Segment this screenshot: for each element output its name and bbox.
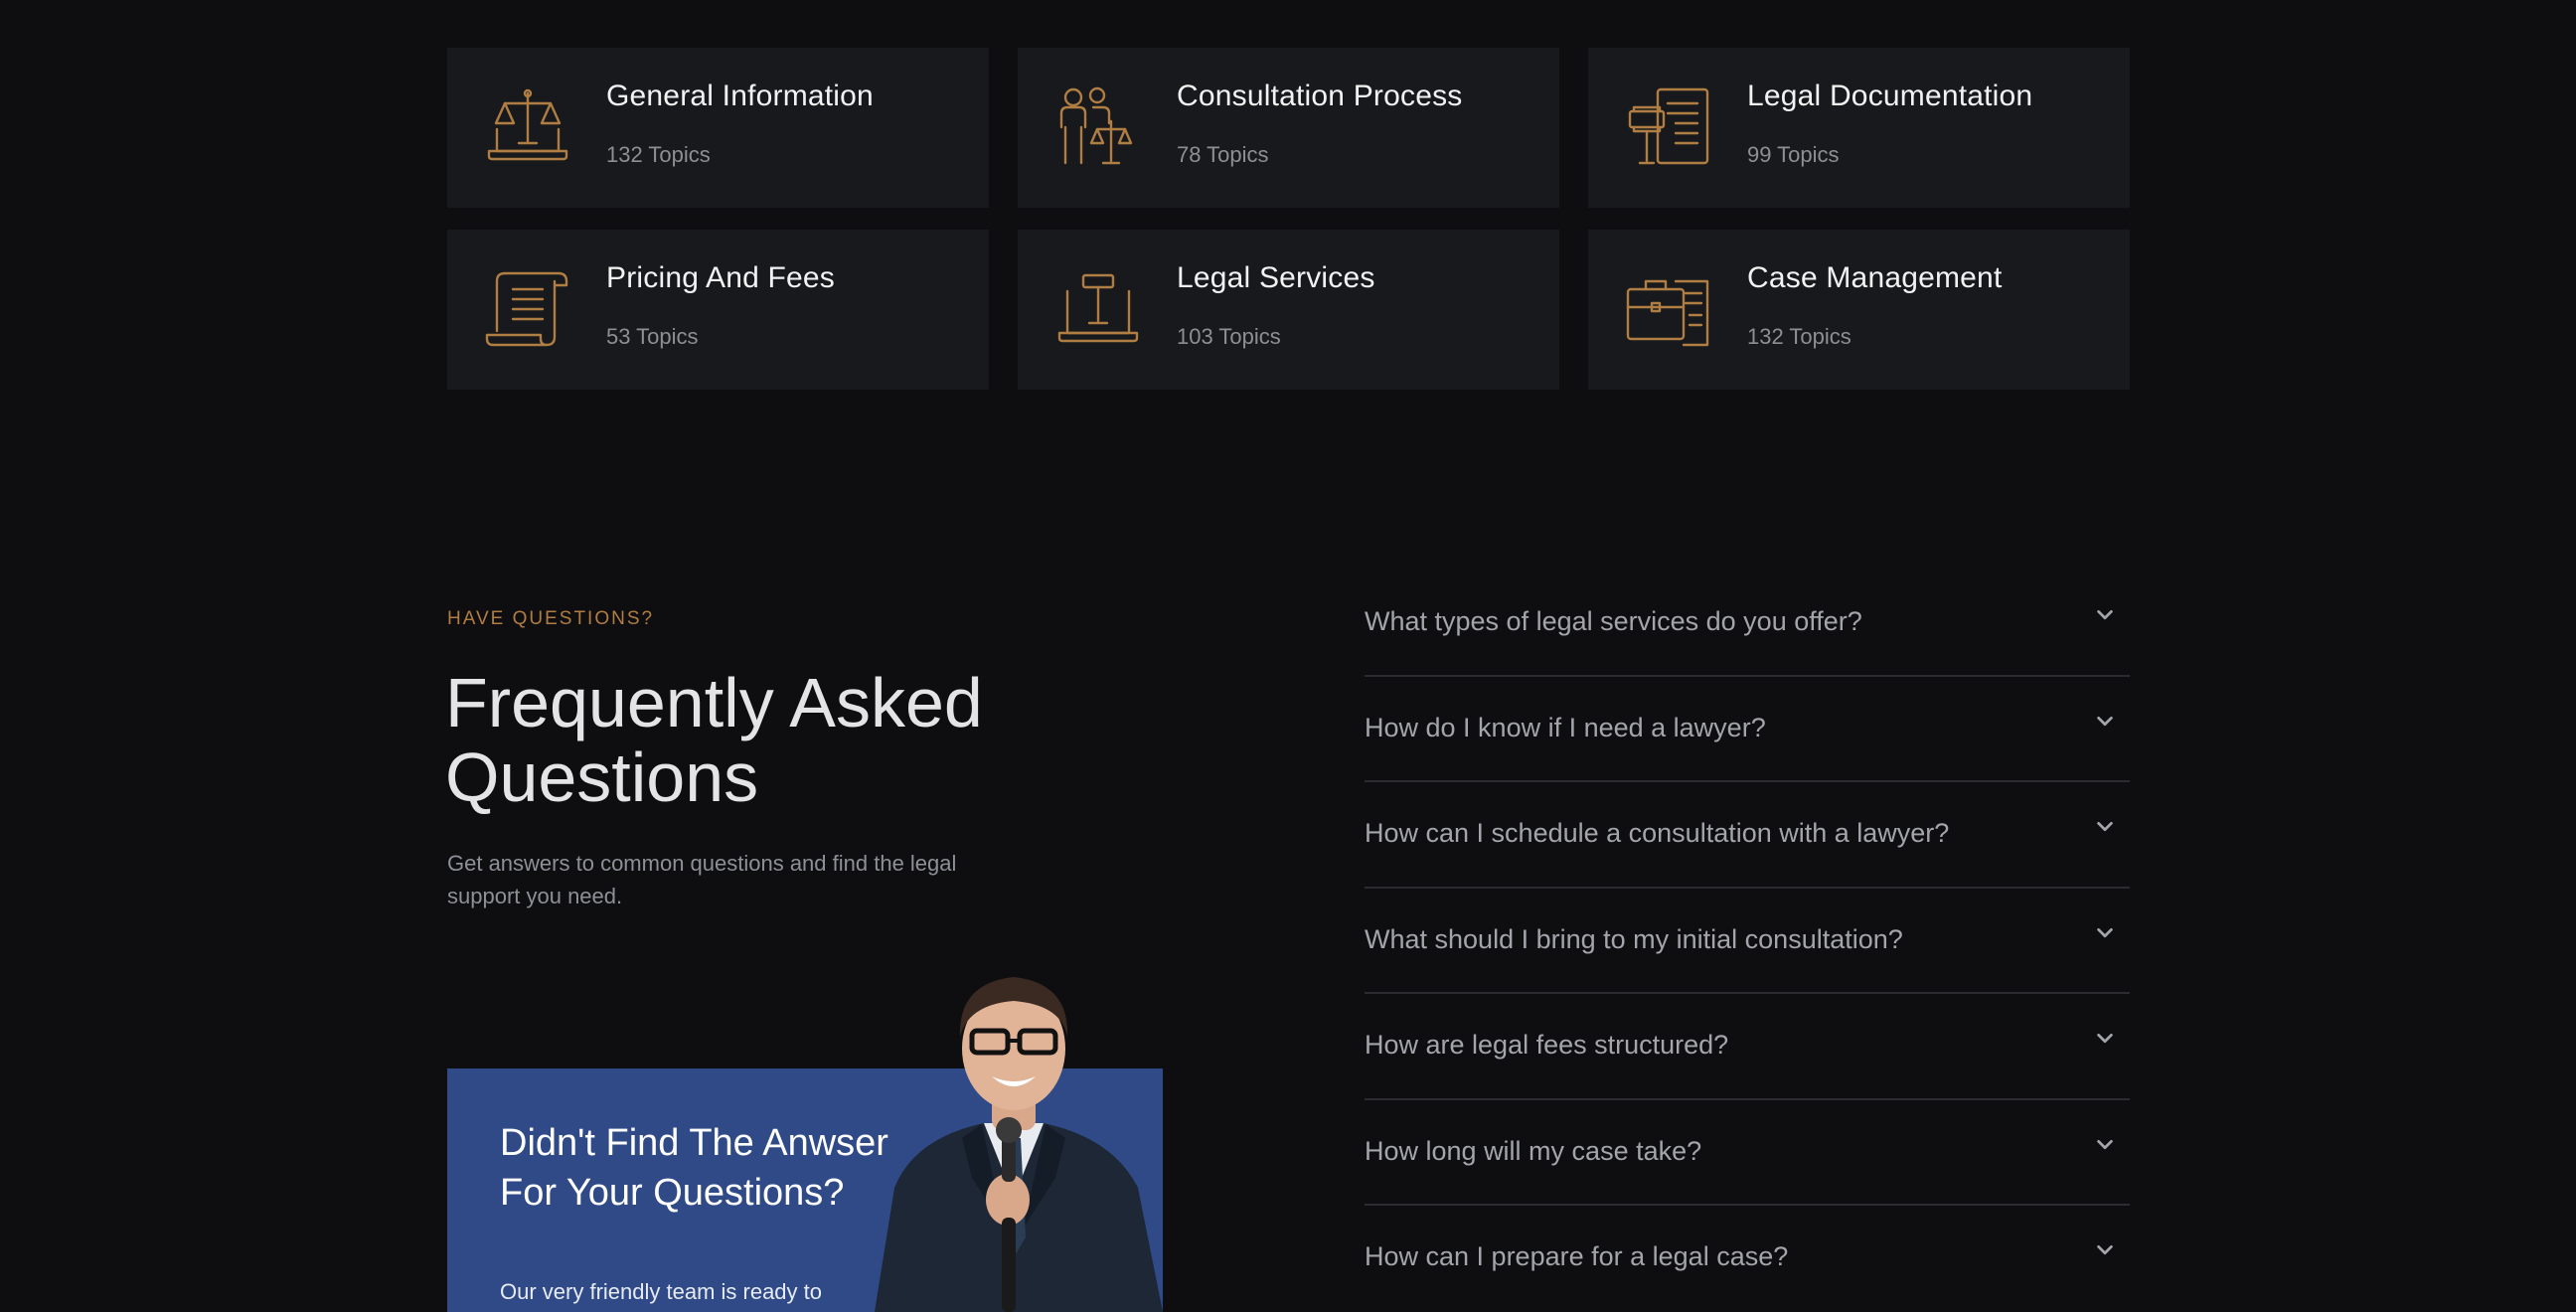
scroll-document-icon — [483, 267, 572, 351]
category-title: Consultation Process — [1177, 80, 1463, 112]
faq-title: Frequently Asked Questions — [445, 664, 983, 816]
category-count: 99 Topics — [1747, 142, 1840, 167]
faq-item[interactable]: How can I prepare for a legal case? — [1365, 1206, 2130, 1312]
faq-accordion: What types of legal services do you offe… — [1365, 571, 2130, 1312]
category-title: Legal Documentation — [1747, 80, 2033, 112]
faq-question: How can I schedule a consultation with a… — [1365, 818, 1950, 848]
chevron-down-icon[interactable] — [2094, 604, 2116, 626]
category-title: General Information — [606, 80, 874, 112]
faq-item[interactable]: How can I schedule a consultation with a… — [1365, 782, 2130, 889]
faq-question: How can I prepare for a legal case? — [1365, 1241, 1789, 1271]
category-title: Legal Services — [1177, 261, 1375, 294]
category-card-case-management[interactable]: Case Management 132 Topics — [1588, 230, 2130, 390]
lawyer-image — [855, 939, 1173, 1312]
category-count: 132 Topics — [606, 142, 711, 167]
chevron-down-icon[interactable] — [2094, 1134, 2116, 1156]
faq-subtitle: Get answers to common questions and find… — [447, 851, 957, 908]
faq-item[interactable]: How do I know if I need a lawyer? — [1365, 677, 2130, 782]
faq-eyebrow: HAVE QUESTIONS? — [447, 608, 655, 629]
faq-question: What types of legal services do you offe… — [1365, 606, 1862, 636]
briefcase-document-icon — [1624, 267, 1713, 351]
category-grid: General Information 132 Topics Consultat… — [447, 48, 2130, 390]
faq-question: What should I bring to my initial consul… — [1365, 923, 1903, 954]
chevron-down-icon[interactable] — [2094, 922, 2116, 944]
gavel-laptop-icon — [1053, 267, 1143, 351]
category-count: 78 Topics — [1177, 142, 1269, 167]
faq-question: How are legal fees structured? — [1365, 1030, 1729, 1060]
category-title: Pricing And Fees — [606, 261, 835, 294]
scales-laptop-icon — [483, 85, 572, 169]
faq-item[interactable]: How long will my case take? — [1365, 1100, 2130, 1206]
gavel-document-icon — [1624, 85, 1713, 169]
faq-item[interactable]: What should I bring to my initial consul… — [1365, 889, 2130, 994]
chevron-down-icon[interactable] — [2094, 1239, 2116, 1261]
category-count: 103 Topics — [1177, 324, 1281, 349]
category-card-legal-services[interactable]: Legal Services 103 Topics — [1018, 230, 1559, 390]
category-count: 132 Topics — [1747, 324, 1852, 349]
category-card-legal-documentation[interactable]: Legal Documentation 99 Topics — [1588, 48, 2130, 208]
page: General Information 132 Topics Consultat… — [0, 0, 2576, 1312]
chevron-down-icon[interactable] — [2094, 816, 2116, 838]
faq-question: How do I know if I need a lawyer? — [1365, 712, 1766, 742]
category-count: 53 Topics — [606, 324, 699, 349]
category-card-pricing-and-fees[interactable]: Pricing And Fees 53 Topics — [447, 230, 989, 390]
faq-item[interactable]: How are legal fees structured? — [1365, 994, 2130, 1100]
faq-question: How long will my case take? — [1365, 1135, 1702, 1166]
help-card-text: Our very friendly team is ready to — [500, 1279, 823, 1304]
help-card-title: Didn't Find The Anwser For Your Question… — [500, 1122, 888, 1214]
faq-item[interactable]: What types of legal services do you offe… — [1365, 571, 2130, 677]
chevron-down-icon[interactable] — [2094, 1028, 2116, 1050]
category-title: Case Management — [1747, 261, 2003, 294]
chevron-down-icon[interactable] — [2094, 711, 2116, 733]
category-card-general-information[interactable]: General Information 132 Topics — [447, 48, 989, 208]
consultation-people-icon — [1053, 85, 1143, 169]
category-card-consultation-process[interactable]: Consultation Process 78 Topics — [1018, 48, 1559, 208]
